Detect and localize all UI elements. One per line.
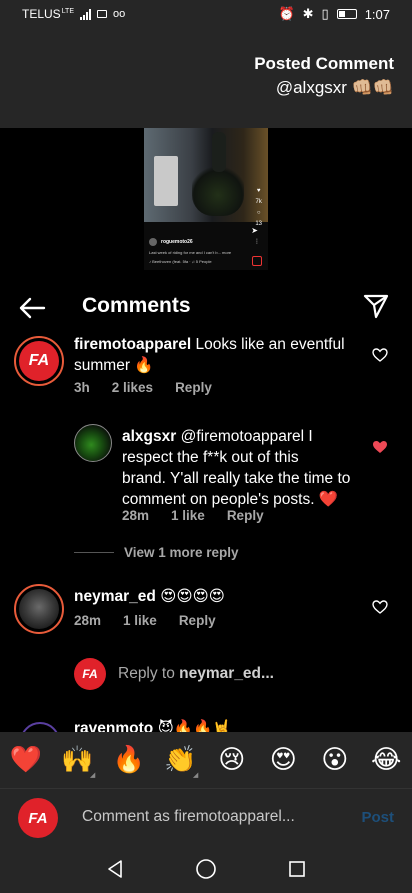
comment-username[interactable]: neymar_ed <box>74 588 156 605</box>
message-icon <box>97 10 108 18</box>
emoji-heart-eyes[interactable]: 😍 <box>263 745 303 775</box>
post-action-icons: ♥ 7k ○ 13 <box>255 188 262 227</box>
comment-meta: 28m 1 like Reply <box>74 613 216 628</box>
post-button[interactable]: Post <box>361 809 394 826</box>
battery-icon <box>336 9 357 19</box>
gas-pump-shape <box>154 156 178 206</box>
banner-title: Posted Comment <box>254 54 394 73</box>
comment-likes[interactable]: 1 like <box>123 613 157 628</box>
network-label: LTE <box>61 7 75 15</box>
reply-alxgsxr: alxgsxr @firemotoapparel I respect the f… <box>0 424 412 534</box>
like-count: 7k <box>255 199 262 205</box>
music-sticker-icon <box>252 256 262 266</box>
emoji-surprised[interactable]: 😮 <box>315 745 355 775</box>
reply-button[interactable]: Reply <box>179 613 216 628</box>
reply-to-input[interactable]: FA Reply to neymar_ed... <box>74 658 274 690</box>
view-more-label: View 1 more reply <box>124 545 239 560</box>
avatar[interactable]: FA <box>14 336 64 386</box>
post-thumbnail[interactable]: ♥ 7k ○ 13 ➤ roguemoto26 ⋮ Last week of r… <box>144 128 268 270</box>
comment-input[interactable]: Comment as firemotoapparel... <box>82 808 295 826</box>
send-icon: ➤ <box>251 226 258 235</box>
post-caption: Last week of riding for me and I can't b… <box>149 250 232 255</box>
comment-body-line3: brand. Y'all really take the time to <box>122 470 351 487</box>
comment-body-line1: @firemotoapparel I <box>180 428 313 445</box>
rider-shape <box>212 132 226 172</box>
voicemail-icon: oo <box>113 8 126 20</box>
back-arrow-icon[interactable] <box>18 294 46 322</box>
status-bar: TELUS LTE oo ⏰ ✱ ▯ 1:07 <box>0 0 412 28</box>
post-photo: ♥ 7k ○ 13 <box>144 128 268 227</box>
comment-text: alxgsxr @firemotoapparel I respect the f… <box>122 426 362 510</box>
post-avatar <box>149 238 157 246</box>
reply-to-label: Reply to neymar_ed... <box>118 665 274 682</box>
comment-likes[interactable]: 1 like <box>171 508 205 523</box>
avatar-photo <box>19 589 59 629</box>
comment-neymar-ed: neymar_ed 😍😍😍😍 28m 1 like Reply <box>0 584 412 644</box>
share-icon[interactable] <box>362 292 390 320</box>
comment-ravenmoto: ravenmoto 😈🔥🔥🤘 <box>0 718 412 732</box>
emoji-clap[interactable]: 👏 ◢ <box>160 745 200 779</box>
nav-back-icon[interactable] <box>105 859 125 879</box>
comment-meta: 28m 1 like Reply <box>122 508 264 523</box>
comment-text: firemotoapparel Looks like an eventful s… <box>74 334 364 376</box>
comment-username[interactable]: firemotoapparel <box>74 336 191 353</box>
comment-time: 28m <box>74 613 102 628</box>
nav-recents-icon[interactable] <box>287 859 307 879</box>
clock: 1:07 <box>364 6 390 22</box>
fa-avatar: FA <box>18 798 58 838</box>
comment-input-bar: FA Comment as firemotoapparel... Post <box>0 788 412 844</box>
divider-line <box>74 552 114 553</box>
emoji-quick-bar: ❤️ 🙌 ◢ 🔥 👏 ◢ 😢 😍 😮 😂 <box>0 732 412 788</box>
reply-button[interactable]: Reply <box>227 508 264 523</box>
system-nav-bar <box>0 844 412 893</box>
comment-body: 😈🔥🔥🤘 <box>157 720 232 732</box>
page-title: Comments <box>82 294 191 317</box>
emoji-laughing[interactable]: 😂 <box>366 745 406 775</box>
view-more-replies[interactable]: View 1 more reply <box>74 545 239 560</box>
more-icon: ⋮ <box>254 239 260 245</box>
comments-header: Comments <box>0 286 412 330</box>
emoji-crying[interactable]: 😢 <box>212 745 252 775</box>
fa-logo: FA <box>19 341 59 381</box>
comment-meta: 3h 2 likes Reply <box>74 380 212 395</box>
emoji-raised-hands[interactable]: 🙌 ◢ <box>57 745 97 779</box>
avatar[interactable] <box>14 584 64 634</box>
comment-time: 28m <box>122 508 150 523</box>
reply-to-user: neymar_ed... <box>179 665 274 682</box>
like-icon: ♥ <box>256 188 261 194</box>
posted-comment-banner[interactable]: Posted Comment @alxgsxr 👊🏼👊🏼 <box>0 28 412 128</box>
comment-text: neymar_ed 😍😍😍😍 <box>74 586 364 607</box>
heart-filled-icon[interactable] <box>372 440 388 454</box>
bluetooth-icon: ✱ <box>302 6 314 21</box>
comment-firemotoapparel: FA firemotoapparel Looks like an eventfu… <box>0 334 412 404</box>
carrier-label: TELUS <box>22 7 61 21</box>
comment-body: 😍😍😍😍 <box>160 588 225 605</box>
alarm-icon: ⏰ <box>278 6 295 21</box>
comment-username[interactable]: alxgsxr <box>122 428 176 445</box>
comment-icon: ○ <box>256 210 261 216</box>
comment-text: ravenmoto 😈🔥🔥🤘 <box>74 718 364 732</box>
banner-user: @alxgsxr 👊🏼👊🏼 <box>275 78 394 97</box>
comment-username[interactable]: ravenmoto <box>74 720 153 732</box>
fa-avatar: FA <box>74 658 106 690</box>
comment-body-line4: comment on people's posts. ❤️ <box>122 491 339 508</box>
heart-outline-icon[interactable] <box>372 348 388 362</box>
comment-time: 3h <box>74 380 90 395</box>
signal-icon <box>80 8 92 20</box>
heart-outline-icon[interactable] <box>372 600 388 614</box>
comment-likes[interactable]: 2 likes <box>112 380 153 395</box>
emoji-fire[interactable]: 🔥 <box>109 745 149 775</box>
nav-home-icon[interactable] <box>195 858 217 880</box>
comment-body-line2: respect the f**k out of this <box>122 449 299 466</box>
post-username: roguemoto26 <box>161 239 193 245</box>
reply-button[interactable]: Reply <box>175 380 212 395</box>
vibrate-icon: ▯ <box>321 6 329 21</box>
avatar[interactable] <box>74 424 112 462</box>
post-user-row: roguemoto26 <box>149 238 193 246</box>
post-music: ♪ Beethoven (feat. 5fa · ♫ 5 People <box>149 259 212 264</box>
avatar[interactable] <box>20 722 60 732</box>
emoji-heart[interactable]: ❤️ <box>6 745 46 775</box>
